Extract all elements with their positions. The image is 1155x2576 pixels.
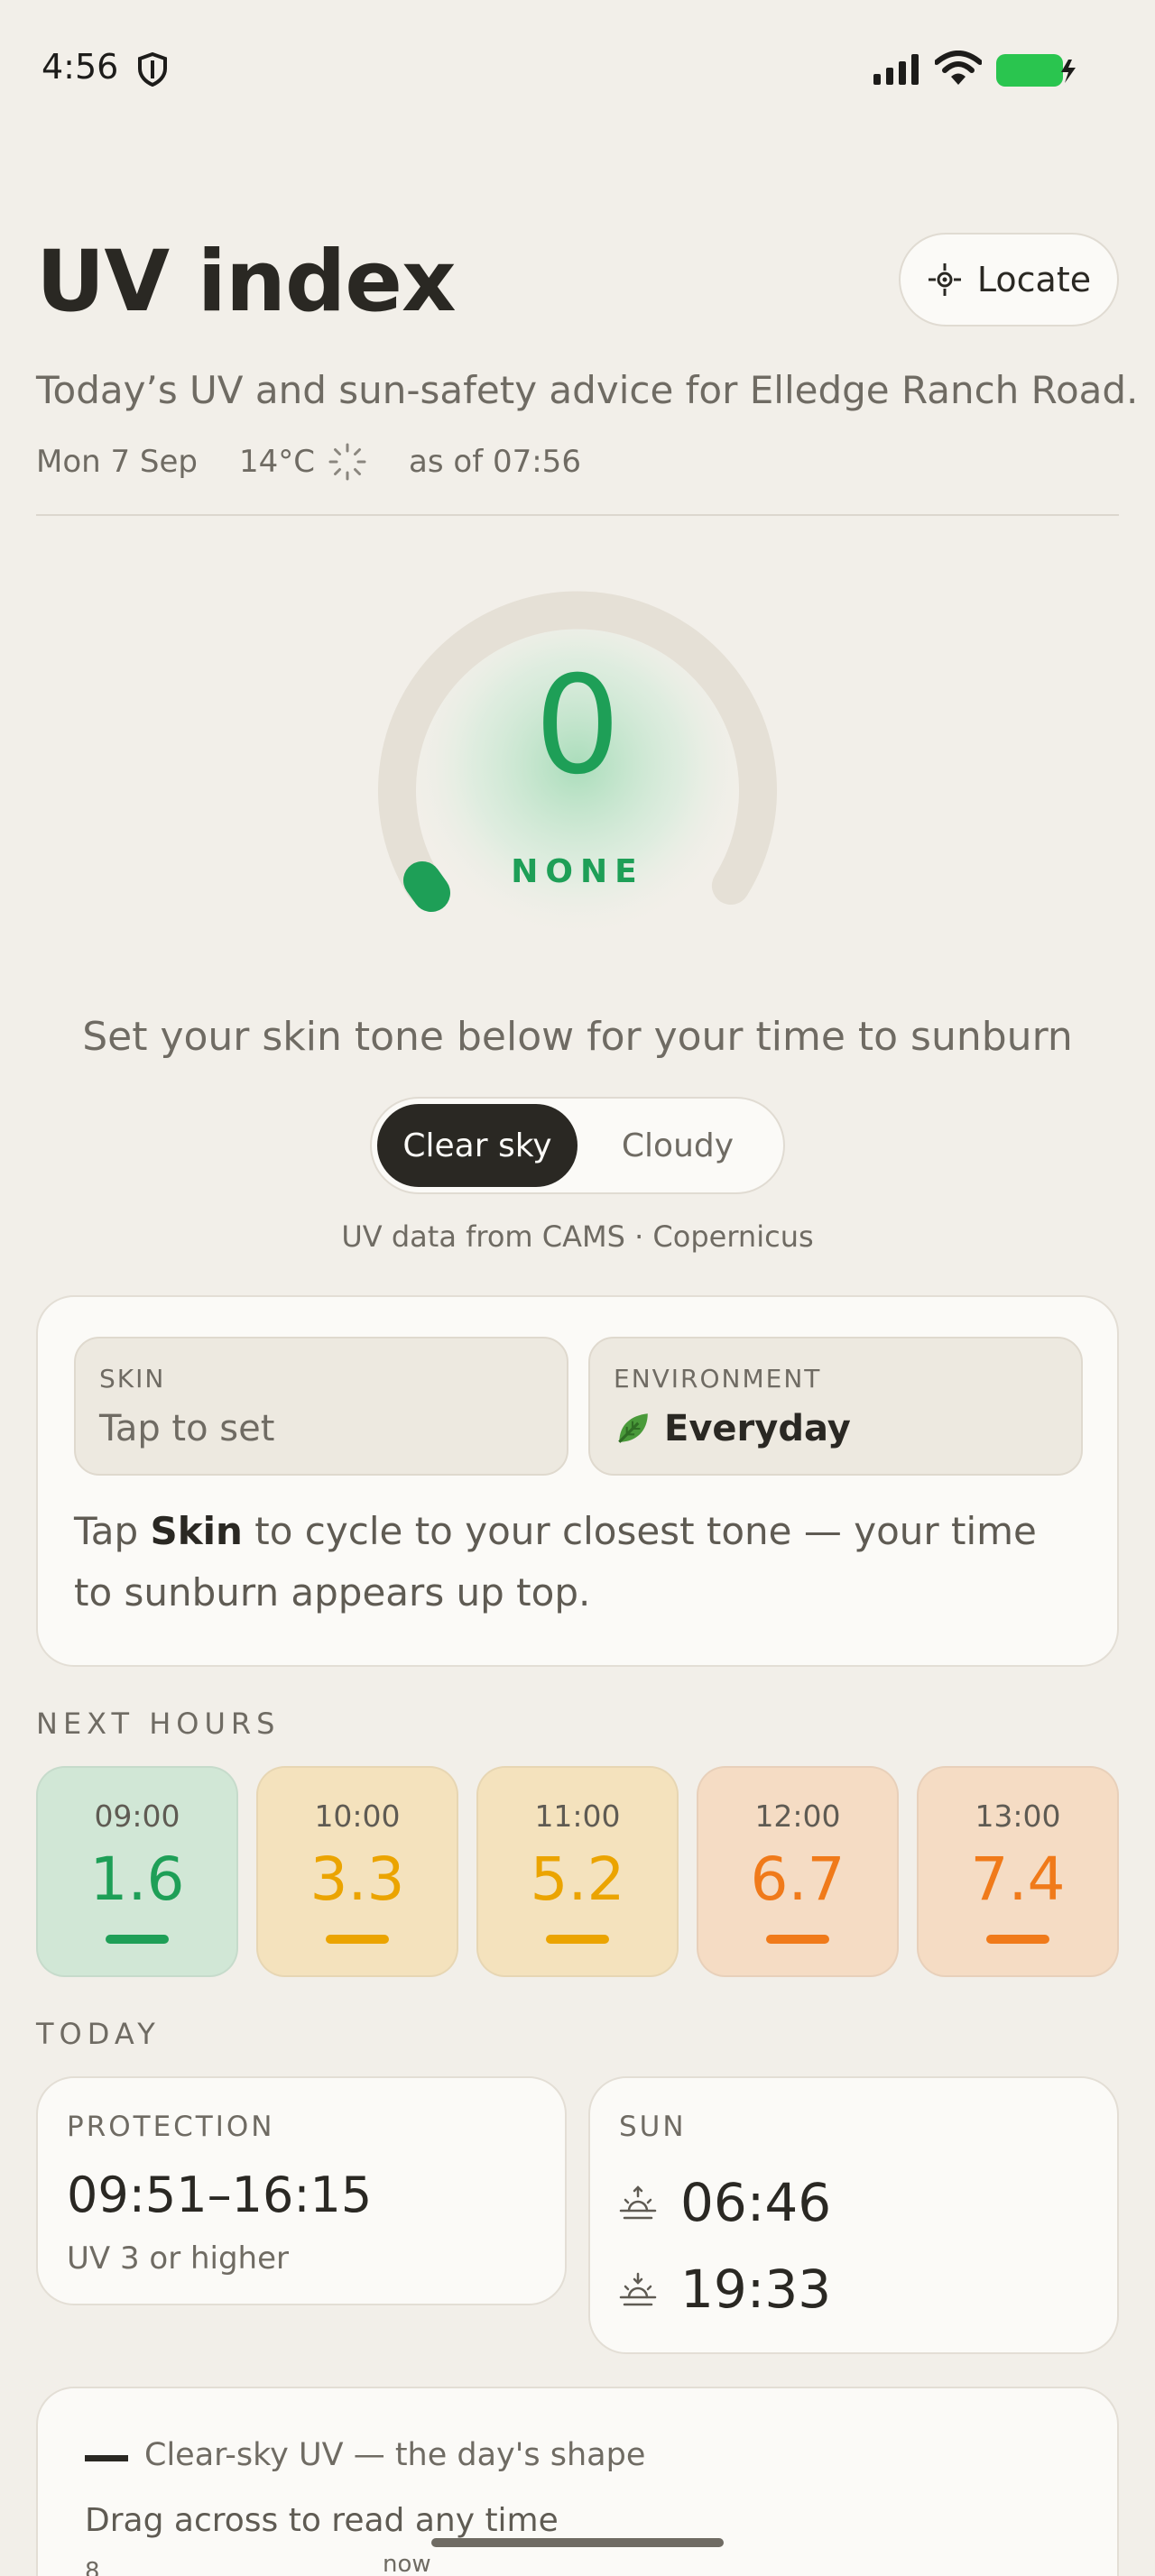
as-of-text: as of 07:56	[409, 444, 581, 480]
sun-label: SUN	[619, 2111, 687, 2143]
hour-uv-bar	[326, 1935, 389, 1944]
environment-label: ENVIRONMENT	[614, 1364, 822, 1394]
locate-label: Locate	[976, 260, 1092, 299]
environment-selector[interactable]: ENVIRONMENT Everyday	[588, 1337, 1083, 1476]
battery-charging-icon	[996, 54, 1076, 87]
hour-uv-bar	[766, 1935, 829, 1944]
data-source: UV data from CAMS · Copernicus	[341, 1219, 814, 1254]
hour-uv-value: 3.3	[310, 1845, 405, 1914]
spinner-icon	[328, 443, 366, 481]
chart-axis-tick: 8	[85, 2558, 100, 2576]
hour-time: 10:00	[314, 1799, 401, 1834]
uv-level: NONE	[511, 853, 644, 890]
chart-hint: Drag across to read any time	[85, 2502, 559, 2539]
location-subtitle: Today’s UV and sun-safety advice for Ell…	[36, 368, 1139, 412]
uv-day-chart-card[interactable]: Clear-sky UV — the day's shape Drag acro…	[36, 2387, 1119, 2576]
today-label: TODAY	[36, 2017, 161, 2051]
home-indicator[interactable]	[431, 2538, 724, 2547]
wifi-icon	[935, 51, 982, 85]
hour-card[interactable]: 13:00 7.4	[917, 1766, 1119, 1977]
hour-uv-bar	[106, 1935, 169, 1944]
hour-time: 12:00	[754, 1799, 841, 1834]
settings-help: Tap Skin to cycle to your closest tone —…	[74, 1509, 1037, 1615]
sky-toggle: Clear sky Cloudy	[370, 1097, 785, 1194]
hour-card[interactable]: 09:00 1.6	[36, 1766, 238, 1977]
protection-window: 09:51–16:15	[67, 2167, 373, 2223]
hour-card[interactable]: 11:00 5.2	[476, 1766, 679, 1977]
skin-hint: Set your skin tone below for your time t…	[82, 1014, 1073, 1060]
sunset-icon	[619, 2272, 657, 2306]
skin-value: Tap to set	[99, 1408, 275, 1449]
skin-emphasis: Skin	[150, 1509, 243, 1553]
protection-card: PROTECTION 09:51–16:15 UV 3 or higher	[36, 2076, 567, 2305]
temperature-text: 14°C	[239, 444, 316, 480]
sunrise-icon	[619, 2185, 657, 2220]
chart-legend: Clear-sky UV — the day's shape	[144, 2437, 646, 2473]
date-text: Mon 7 Sep	[36, 444, 199, 480]
meta-row: Mon 7 Sep 14°C as of 07:56	[36, 442, 581, 482]
uv-value: 0	[534, 648, 621, 805]
hour-time: 09:00	[94, 1799, 180, 1834]
protection-label: PROTECTION	[67, 2111, 275, 2143]
hour-uv-value: 7.4	[970, 1845, 1066, 1914]
hour-time: 11:00	[534, 1799, 621, 1834]
now-marker-label: now	[383, 2551, 431, 2576]
hour-uv-bar	[546, 1935, 609, 1944]
hour-uv-value: 6.7	[750, 1845, 845, 1914]
hour-uv-bar	[986, 1935, 1049, 1944]
shield-icon	[138, 52, 167, 87]
settings-card: SKIN Tap to set ENVIRONMENT Everyday Tap…	[36, 1295, 1119, 1667]
hour-uv-value: 5.2	[530, 1845, 625, 1914]
status-time: 4:56	[42, 47, 119, 87]
page-title: UV index	[36, 233, 457, 331]
skin-selector[interactable]: SKIN Tap to set	[74, 1337, 568, 1476]
clear-sky-option[interactable]: Clear sky	[377, 1104, 578, 1187]
crosshair-icon	[928, 263, 961, 296]
protection-note: UV 3 or higher	[67, 2240, 290, 2277]
hour-card[interactable]: 12:00 6.7	[697, 1766, 899, 1977]
next-hours-label: NEXT HOURS	[36, 1707, 281, 1741]
header-divider	[36, 514, 1119, 516]
leaf-icon	[618, 1413, 648, 1443]
cloudy-option[interactable]: Cloudy	[578, 1104, 778, 1187]
sun-card: SUN 06:46 19:33	[588, 2076, 1119, 2354]
environment-value: Everyday	[664, 1408, 851, 1449]
sunrise-time: 06:46	[680, 2172, 832, 2233]
hour-card[interactable]: 10:00 3.3	[256, 1766, 458, 1977]
signal-icon	[873, 54, 919, 85]
skin-label: SKIN	[99, 1364, 166, 1394]
hour-time: 13:00	[975, 1799, 1061, 1834]
sunset-time: 19:33	[680, 2259, 832, 2320]
sunrise-row: 06:46	[617, 2172, 831, 2233]
hour-uv-value: 1.6	[89, 1845, 185, 1914]
sunset-row: 19:33	[617, 2259, 831, 2320]
legend-swatch	[85, 2455, 128, 2461]
locate-button[interactable]: Locate	[899, 233, 1119, 327]
